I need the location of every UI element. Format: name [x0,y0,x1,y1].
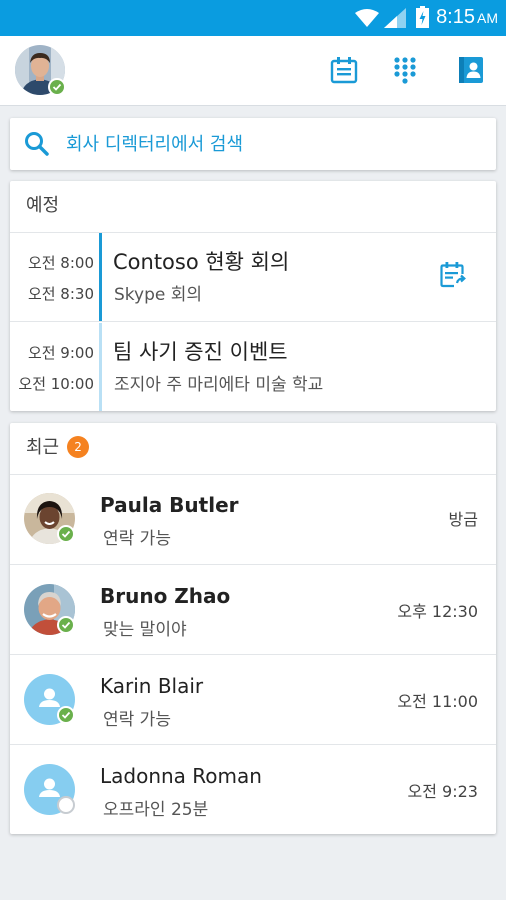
dialpad-icon [394,57,416,84]
presence-available-icon [57,616,75,634]
unread-badge: 2 [67,436,90,458]
status-bar: 8:15 AM [0,0,506,36]
meeting-title: Contoso 현황 회의 [113,250,290,274]
meeting-indicator [99,323,102,411]
meeting-times: 오전 8:00 오전 8:30 [10,248,94,310]
conversation-time: 오전 11:00 [397,692,478,711]
contacts-button[interactable] [456,55,486,85]
signal-icon [384,8,406,28]
conversation-item[interactable]: Karin Blair 연락 가능 오전 11:00 [10,654,496,744]
contact-name: Paula Butler [100,493,239,517]
contact-name: Karin Blair [100,674,204,698]
meeting-start-time: 오전 9:00 [27,344,94,362]
meeting-subtitle: Skype 회의 [114,285,203,305]
search-bar [10,118,496,170]
recent-title: 최근 [26,437,60,458]
recent-section-title: 최근 2 [10,423,496,475]
meeting-times: 오전 9:00 오전 10:00 [10,338,94,400]
contact-name: Ladonna Roman [100,764,262,788]
conversation-item[interactable]: Ladonna Roman 오프라인 25분 오전 9:23 [10,744,496,834]
meetings-button[interactable] [329,55,359,85]
battery-icon [416,6,429,28]
meeting-start-time: 오전 8:00 [27,254,94,272]
contact-status: 오프라인 25분 [103,800,209,820]
recent-card: 최근 2 Paula Butler 연락 가능 방금 Bruno Zhao 맞는… [10,423,496,834]
presence-available-icon [57,706,75,724]
conversation-time: 오전 9:23 [407,782,478,801]
contact-status: 맞는 말이야 [103,620,187,640]
contact-status: 연락 가능 [103,529,171,549]
presence-available-icon [57,525,75,543]
meetings-section-title: 예정 [10,181,496,233]
presence-offline-icon [57,796,75,814]
join-meeting-icon [440,262,466,288]
join-meeting-button[interactable] [440,261,466,293]
conversation-time: 방금 [448,510,478,529]
app-header [0,36,506,106]
meeting-indicator [99,233,102,321]
meetings-icon [330,57,358,84]
contacts-icon [459,57,483,83]
search-input[interactable] [66,118,476,170]
dialpad-button[interactable] [390,55,420,85]
meeting-end-time: 오전 8:30 [27,285,94,303]
meeting-subtitle: 조지아 주 마리에타 미술 학교 [114,375,324,395]
meetings-card: 예정 오전 8:00 오전 8:30 Contoso 현황 회의 Skype 회… [10,181,496,411]
meeting-item[interactable]: 오전 9:00 오전 10:00 팀 사기 증진 이벤트 조지아 주 마리에타 … [10,321,496,411]
meeting-title: 팀 사기 증진 이벤트 [113,340,288,364]
conversation-item[interactable]: Paula Butler 연락 가능 방금 [10,474,496,564]
meeting-item[interactable]: 오전 8:00 오전 8:30 Contoso 현황 회의 Skype 회의 [10,232,496,321]
conversation-item[interactable]: Bruno Zhao 맞는 말이야 오후 12:30 [10,564,496,654]
contact-name: Bruno Zhao [100,584,231,608]
conversation-time: 오후 12:30 [397,602,478,621]
presence-available-icon [48,78,66,96]
meeting-end-time: 오전 10:00 [18,375,94,393]
contact-status: 연락 가능 [103,710,171,730]
search-icon [25,132,49,156]
wifi-icon [355,9,379,27]
clock: 8:15 AM [436,6,498,28]
my-avatar-button[interactable] [15,45,73,103]
